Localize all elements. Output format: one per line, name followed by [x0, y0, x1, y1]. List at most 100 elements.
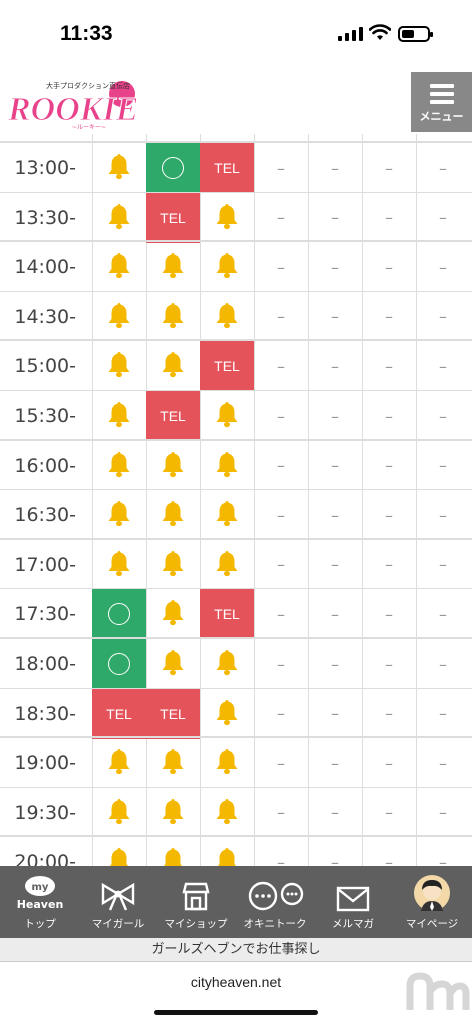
- site-header: 大手プロダクション直伝店 ROOKIE ~ルーキー~ メニュー: [0, 70, 472, 134]
- tab-chat[interactable]: オキニトーク: [236, 866, 314, 938]
- available-slot-cell[interactable]: [92, 589, 146, 640]
- tab-my-heaven[interactable]: my Heaven トップ: [1, 866, 79, 938]
- bell-icon: [161, 549, 185, 581]
- waitlist-slot-cell[interactable]: [146, 589, 200, 639]
- dash-mark: –: [439, 158, 447, 178]
- bell-icon: [215, 648, 239, 680]
- tel-reservation-cell[interactable]: TEL: [200, 341, 254, 392]
- tab-label: マイガール: [91, 918, 145, 930]
- waitlist-slot-cell[interactable]: [92, 341, 146, 391]
- shop-icon: [157, 866, 235, 912]
- unavailable-slot-cell: –: [362, 242, 416, 292]
- waitlist-slot-cell[interactable]: [200, 639, 254, 689]
- dash-mark: –: [385, 456, 393, 476]
- waitlist-slot-cell[interactable]: [200, 837, 254, 866]
- url-text[interactable]: cityheaven.net: [0, 974, 472, 990]
- unavailable-slot-cell: –: [416, 391, 470, 441]
- waitlist-slot-cell[interactable]: [92, 441, 146, 491]
- bell-icon: [161, 251, 185, 283]
- waitlist-slot-cell[interactable]: [200, 738, 254, 788]
- dash-mark: –: [277, 456, 285, 476]
- available-slot-cell[interactable]: [146, 143, 200, 193]
- tel-reservation-cell[interactable]: TEL: [146, 688, 200, 739]
- dash-mark: –: [385, 307, 393, 327]
- bell-icon: [161, 648, 185, 680]
- unavailable-slot-cell: –: [254, 441, 308, 491]
- waitlist-slot-cell[interactable]: [200, 689, 254, 739]
- unavailable-slot-cell: –: [254, 143, 308, 193]
- waitlist-slot-cell[interactable]: [92, 242, 146, 292]
- waitlist-slot-cell[interactable]: [146, 441, 200, 491]
- waitlist-slot-cell[interactable]: [200, 242, 254, 292]
- bell-icon: [107, 350, 131, 382]
- tab-ribbon[interactable]: マイガール: [79, 866, 157, 938]
- waitlist-slot-cell[interactable]: [146, 341, 200, 391]
- unavailable-slot-cell: –: [416, 193, 470, 243]
- jobs-banner[interactable]: ガールズヘブンでお仕事探し: [0, 938, 472, 962]
- waitlist-slot-cell[interactable]: [92, 540, 146, 590]
- dash-mark: –: [439, 505, 447, 525]
- waitlist-slot-cell[interactable]: [146, 788, 200, 838]
- waitlist-slot-cell[interactable]: [200, 788, 254, 838]
- tab-label: マイショップ: [164, 918, 228, 930]
- dash-mark: –: [439, 208, 447, 228]
- bell-icon: [107, 549, 131, 581]
- waitlist-slot-cell[interactable]: [92, 490, 146, 540]
- waitlist-slot-cell[interactable]: [146, 490, 200, 540]
- unavailable-slot-cell: –: [416, 441, 470, 491]
- time-slot-label: 13:30-: [14, 206, 76, 229]
- dash-mark: –: [385, 555, 393, 575]
- unavailable-slot-cell: –: [308, 837, 362, 866]
- unavailable-slot-cell: –: [308, 242, 362, 292]
- unavailable-slot-cell: –: [416, 341, 470, 391]
- waitlist-slot-cell[interactable]: [146, 639, 200, 689]
- tel-label: TEL: [160, 408, 186, 424]
- tel-reservation-cell[interactable]: TEL: [92, 688, 146, 739]
- waitlist-slot-cell[interactable]: [200, 490, 254, 540]
- waitlist-slot-cell[interactable]: [92, 193, 146, 243]
- waitlist-slot-cell[interactable]: [200, 292, 254, 342]
- available-slot-cell[interactable]: [92, 639, 146, 689]
- waitlist-slot-cell[interactable]: [92, 292, 146, 342]
- waitlist-slot-cell[interactable]: [200, 391, 254, 441]
- tab-avatar[interactable]: マイページ: [393, 866, 471, 938]
- dash-mark: –: [277, 208, 285, 228]
- schedule-row: 13:30- TEL – – – –: [0, 192, 472, 243]
- dash-mark: –: [331, 753, 339, 773]
- waitlist-slot-cell[interactable]: [92, 738, 146, 788]
- tab-label: トップ: [24, 918, 56, 930]
- tel-reservation-cell[interactable]: TEL: [146, 391, 200, 441]
- bell-icon: [161, 301, 185, 333]
- bell-icon: [215, 747, 239, 779]
- waitlist-slot-cell[interactable]: [200, 441, 254, 491]
- tab-mail[interactable]: メルマガ: [314, 866, 392, 938]
- tel-reservation-cell[interactable]: TEL: [146, 192, 200, 243]
- tel-reservation-cell[interactable]: TEL: [200, 143, 254, 193]
- menu-button[interactable]: メニュー: [411, 72, 472, 132]
- schedule-row: 17:30- TEL – – – –: [0, 589, 472, 640]
- waitlist-slot-cell[interactable]: [146, 292, 200, 342]
- unavailable-slot-cell: –: [362, 689, 416, 739]
- home-indicator[interactable]: [154, 1010, 318, 1015]
- waitlist-slot-cell[interactable]: [200, 540, 254, 590]
- waitlist-slot-cell[interactable]: [92, 788, 146, 838]
- time-slot-label: 13:00-: [14, 157, 76, 179]
- bell-icon: [107, 301, 131, 333]
- waitlist-slot-cell[interactable]: [92, 143, 146, 193]
- bell-icon: [215, 400, 239, 432]
- waitlist-slot-cell[interactable]: [146, 540, 200, 590]
- waitlist-slot-cell[interactable]: [146, 837, 200, 866]
- waitlist-slot-cell[interactable]: [146, 242, 200, 292]
- waitlist-slot-cell[interactable]: [200, 193, 254, 243]
- tel-reservation-cell[interactable]: TEL: [200, 589, 254, 640]
- unavailable-slot-cell: –: [416, 143, 470, 193]
- schedule-row: 15:30- TEL – – – –: [0, 391, 472, 441]
- tab-shop[interactable]: マイショップ: [157, 866, 235, 938]
- waitlist-slot-cell[interactable]: [92, 391, 146, 441]
- ribbon-icon: [79, 866, 157, 912]
- waitlist-slot-cell[interactable]: [146, 738, 200, 788]
- rookie-logo[interactable]: 大手プロダクション直伝店 ROOKIE ~ルーキー~: [6, 76, 136, 131]
- unavailable-slot-cell: –: [308, 689, 362, 739]
- waitlist-slot-cell[interactable]: [92, 837, 146, 866]
- unavailable-slot-cell: –: [308, 540, 362, 590]
